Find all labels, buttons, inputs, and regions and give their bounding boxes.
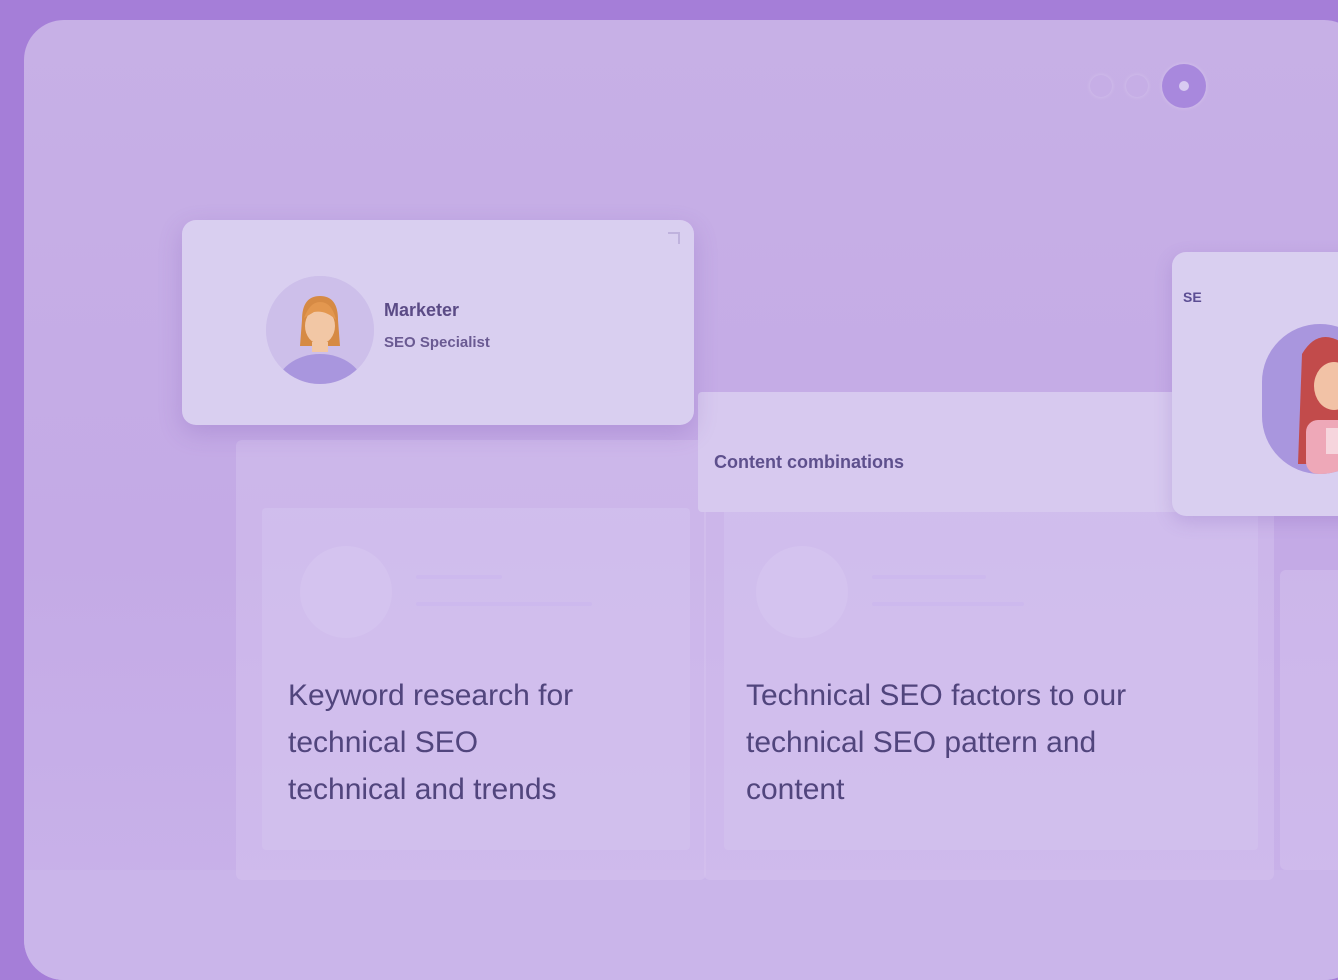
profile-subtitle: SEO Specialist (384, 334, 490, 351)
column-header-label: Content combinations (714, 452, 904, 472)
minimize-control[interactable] (1090, 75, 1112, 97)
close-control[interactable] (1162, 64, 1206, 108)
profile-name: Marketer (384, 300, 460, 320)
post-author-line (416, 575, 502, 579)
post-text-line: technical SEO (288, 726, 479, 759)
post-text-line: technical SEO pattern and (746, 726, 1097, 759)
post-text-line: Technical SEO factors to our (746, 679, 1127, 712)
post-author-line (872, 575, 986, 579)
post-text-line: Keyword research for (288, 679, 574, 712)
post-author-avatar (756, 546, 848, 638)
expand-icon[interactable] (668, 232, 680, 244)
person-avatar-icon (266, 276, 374, 384)
post-text-line: content (746, 773, 845, 806)
post-text-line: technical and trends (288, 773, 557, 806)
person-avatar-icon (1262, 324, 1338, 474)
profile-card[interactable] (182, 220, 694, 425)
board-column-edge (1280, 570, 1338, 870)
post-text-2: Technical SEO factors to our technical S… (746, 672, 1126, 813)
post-meta-line (872, 602, 1024, 606)
side-card-tag: SE (1183, 289, 1202, 305)
board-footer (24, 870, 1338, 980)
maximize-control[interactable] (1126, 75, 1148, 97)
post-author-avatar (300, 546, 392, 638)
post-text-1: Keyword research for technical SEO techn… (288, 672, 573, 813)
post-meta-line (416, 602, 592, 606)
window-controls (1090, 64, 1206, 108)
